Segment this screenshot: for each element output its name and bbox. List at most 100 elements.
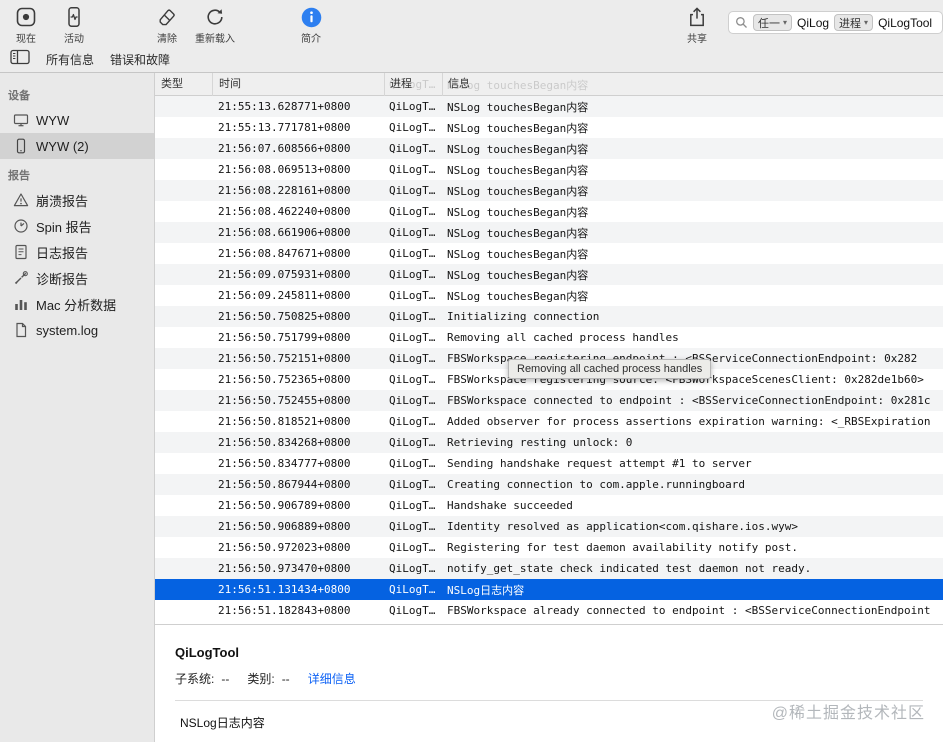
column-header-process[interactable]: 进程 [384, 73, 442, 96]
sidebar-item-chart[interactable]: Mac 分析数据 [0, 291, 154, 317]
log-row[interactable]: 21:56:08.462240+0800 QiLogT… NSLog touches… [155, 201, 943, 222]
search-tokens: 任一 ▾ QiLog 进程 ▾ QiLogTool [753, 14, 932, 31]
column-header-message[interactable]: 信息 [442, 73, 943, 96]
log-row[interactable]: 21:56:08.228161+0800 QiLogT… NSLog touches… [155, 180, 943, 201]
log-row[interactable]: 21:56:50.834777+0800 QiLogT… Sending hands… [155, 453, 943, 474]
cell-process: QiLogT… [389, 583, 436, 596]
search-term[interactable]: QiLogTool [878, 16, 932, 30]
sidebar-section-devices: 设备 [8, 90, 30, 102]
sidebar-item-label: WYW [36, 112, 70, 128]
search-field[interactable]: 任一 ▾ QiLog 进程 ▾ QiLogTool [728, 11, 943, 34]
column-header-time[interactable]: 时间 [212, 73, 384, 96]
log-row[interactable]: 21:56:50.834268+0800 QiLogT… Retrieving re… [155, 432, 943, 453]
cell-message: NSLog touchesBegan内容 [447, 268, 589, 282]
category-label: 类别: [247, 672, 275, 686]
search-filter-token[interactable]: 任一 ▾ [753, 14, 793, 31]
chevron-down-icon: ▾ [864, 17, 869, 27]
log-row[interactable]: 21:55:13.628771+0800 QiLogT… NSLog touches… [155, 96, 943, 117]
log-row[interactable]: 21:56:50.818521+0800 QiLogT… Added observe… [155, 411, 943, 432]
cell-process: QiLogT… [389, 499, 436, 512]
now-icon [15, 5, 37, 29]
cell-process: QiLogT… [389, 247, 436, 260]
log-row[interactable]: 21:56:50.906889+0800 QiLogT… Identity reso… [155, 516, 943, 537]
cell-time: 21:55:13.628771+0800 [218, 100, 351, 113]
log-row[interactable]: 21:56:09.075931+0800 QiLogT… NSLog touches… [155, 264, 943, 285]
log-row[interactable]: 21:56:07.608566+0800 QiLogT… NSLog touches… [155, 138, 943, 159]
log-row[interactable]: 21:55:13.771781+0800 QiLogT… NSLog touches… [155, 117, 943, 138]
cell-process: QiLogT… [389, 520, 436, 533]
cell-time: 21:56:50.818521+0800 [218, 415, 351, 428]
share-button[interactable]: 共享 [673, 5, 721, 45]
log-row[interactable]: 21:56:09.245811+0800 QiLogT… NSLog touches… [155, 285, 943, 306]
log-row[interactable]: 21:56:51.182843+0800 QiLogT… FBSWorkspace … [155, 600, 943, 621]
console-window: 现在 活动 清除 重新载入 简介 共享 任一 ▾ QiLog 进程 ▾ QiLo… [0, 0, 943, 743]
cell-message: Initializing connection [447, 310, 600, 323]
cell-time: 21:56:51.182843+0800 [218, 604, 351, 617]
doc-icon [13, 322, 29, 338]
filter-all-messages[interactable]: 所有信息 [46, 51, 94, 68]
cell-message: NSLog touchesBegan内容 [447, 289, 589, 303]
cell-process: QiLogT… [389, 331, 436, 344]
sidebar-item-iphone[interactable]: WYW (2) [0, 133, 154, 159]
cell-message: notify_get_state check indicated test da… [447, 562, 812, 575]
log-row[interactable]: 21:56:50.972023+0800 QiLogT… Registering f… [155, 537, 943, 558]
info-button[interactable]: 简介 [287, 5, 335, 45]
detail-pane: QiLogTool 子系统: -- 类别: -- 详细信息 NSLog日志内容 [155, 624, 943, 742]
cell-process: QiLogT… [389, 541, 436, 554]
details-link[interactable]: 详细信息 [308, 670, 356, 687]
sidebar-item-spin[interactable]: Spin 报告 [0, 213, 154, 239]
reload-button[interactable]: 重新载入 [191, 5, 239, 45]
cell-time: 21:56:09.075931+0800 [218, 268, 351, 281]
clear-button[interactable]: 清除 [143, 5, 191, 45]
display-icon [13, 112, 29, 128]
sidebar-toggle-button[interactable] [10, 49, 30, 70]
log-row[interactable]: 21:56:08.069513+0800 QiLogT… NSLog touches… [155, 159, 943, 180]
cell-process: QiLogT… [389, 100, 436, 113]
log-row[interactable]: 21:56:08.847671+0800 QiLogT… NSLog touches… [155, 243, 943, 264]
sidebar-item-logdoc[interactable]: 日志报告 [0, 239, 154, 265]
log-row[interactable]: 21:56:50.752455+0800 QiLogT… FBSWorkspace … [155, 390, 943, 411]
cell-time: 21:56:50.867944+0800 [218, 478, 351, 491]
log-row[interactable]: 21:56:50.973470+0800 QiLogT… notify_get_st… [155, 558, 943, 579]
cell-message: Sending handshake request attempt #1 to … [447, 457, 752, 470]
sidebar-item-label: WYW (2) [36, 138, 89, 154]
sidebar-item-doc[interactable]: system.log [0, 317, 154, 343]
cell-process: QiLogT… [389, 142, 436, 155]
log-row[interactable]: 21:56:08.661906+0800 QiLogT… NSLog touches… [155, 222, 943, 243]
cell-time: 21:56:08.228161+0800 [218, 184, 351, 197]
log-table: QiLogT…NSLog touchesBegan内容 类型 时间 进程 信息 … [155, 73, 943, 624]
cell-process: QiLogT… [389, 310, 436, 323]
cell-message: FBSWorkspace already connected to endpoi… [447, 604, 931, 617]
log-row[interactable]: 21:56:51.131434+0800 QiLogT… NSLog日志内容 [155, 579, 943, 600]
subsystem-value: -- [221, 671, 230, 686]
main-area: QiLogT…NSLog touchesBegan内容 类型 时间 进程 信息 … [155, 73, 943, 742]
cell-process: QiLogT… [389, 478, 436, 491]
wrench-icon [13, 270, 29, 286]
cell-time: 21:56:51.131434+0800 [218, 583, 351, 596]
search-term[interactable]: QiLog [797, 16, 829, 30]
log-row[interactable]: 21:56:50.751799+0800 QiLogT… Removing all … [155, 327, 943, 348]
cell-time: 21:56:07.608566+0800 [218, 142, 351, 155]
sidebar-item-warning[interactable]: 崩溃报告 [0, 187, 154, 213]
subsystem-label: 子系统: [175, 672, 215, 686]
log-row[interactable]: 21:56:50.906789+0800 QiLogT… Handshake suc… [155, 495, 943, 516]
now-button[interactable]: 现在 [2, 5, 50, 45]
activity-button[interactable]: 活动 [50, 5, 98, 45]
log-row[interactable]: 21:56:50.867944+0800 QiLogT… Creating conn… [155, 474, 943, 495]
log-row[interactable]: 21:56:50.750825+0800 QiLogT… Initializing … [155, 306, 943, 327]
watermark: @稀土掘金技术社区 [771, 705, 925, 722]
chart-icon [13, 296, 29, 312]
sidebar-item-display[interactable]: WYW [0, 107, 154, 133]
reload-label: 重新载入 [195, 34, 235, 45]
cell-time: 21:56:50.834268+0800 [218, 436, 351, 449]
filter-errors-faults[interactable]: 错误和故障 [110, 51, 170, 68]
search-filter-token[interactable]: 进程 ▾ [834, 14, 874, 31]
chevron-down-icon: ▾ [783, 17, 788, 27]
column-header-type[interactable]: 类型 [155, 73, 212, 96]
sidebar-item-label: Mac 分析数据 [36, 297, 117, 313]
sidebar-item-wrench[interactable]: 诊断报告 [0, 265, 154, 291]
cell-process: QiLogT… [389, 352, 436, 365]
cell-time: 21:56:50.973470+0800 [218, 562, 351, 575]
cell-process: QiLogT… [389, 205, 436, 218]
category-value: -- [281, 671, 290, 686]
